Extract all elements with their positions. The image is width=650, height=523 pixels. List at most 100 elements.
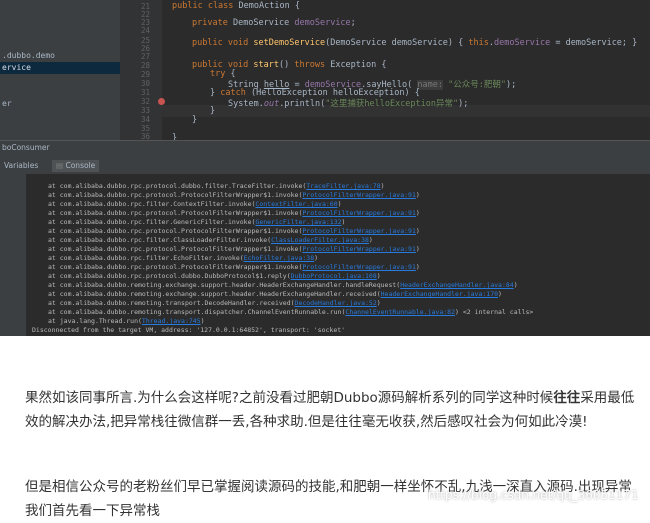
ide-screenshot: .dubbo.demo ervice er 21 22 23 24 25 26 … bbox=[0, 0, 650, 336]
code-token: = demoService; } bbox=[550, 38, 638, 48]
stacktrace-link[interactable]: ChannelEventRunnable.java:82 bbox=[345, 308, 455, 316]
stacktrace-link[interactable]: ProtocolFilterWrapper.java:91 bbox=[302, 227, 416, 235]
code-line-21: public class DemoAction { bbox=[172, 1, 300, 11]
console-text: at com.alibaba.dubbo.rpc.protocol.Protoc… bbox=[48, 191, 303, 199]
line-number-gutter: 21 22 23 24 25 26 27 28 29 30 31 32 33 3… bbox=[120, 0, 165, 141]
code-token: ; bbox=[350, 18, 356, 28]
console-text: ) <2 internal calls> bbox=[455, 308, 534, 316]
code-token: } bbox=[210, 88, 221, 98]
paragraph-text: 果然如该同事所言.为什么会这样呢?之前没看过肥朝Dubbo源码解析系列的同学这种… bbox=[25, 390, 554, 406]
code-editor[interactable]: public class DemoAction { private DemoSe… bbox=[162, 0, 650, 143]
console-line: at com.alibaba.dubbo.rpc.protocol.Protoc… bbox=[48, 227, 420, 236]
code-token: } bbox=[192, 115, 198, 125]
code-token: out bbox=[263, 99, 280, 109]
console-text: ) bbox=[337, 200, 342, 208]
line-number: 24 bbox=[140, 26, 150, 35]
console-text: ) bbox=[368, 236, 373, 244]
code-token: throws bbox=[294, 60, 331, 70]
line-number: 28 bbox=[140, 61, 150, 70]
stacktrace-link[interactable]: HeaderExchangeHandler.java:170 bbox=[381, 290, 498, 298]
console-text: ) bbox=[415, 209, 420, 217]
project-tree: .dubbo.demo ervice er bbox=[0, 0, 121, 140]
console-line: at com.alibaba.dubbo.rpc.protocol.dubbo.… bbox=[48, 272, 381, 281]
console-output[interactable]: at com.alibaba.dubbo.rpc.protocol.dubbo.… bbox=[26, 174, 650, 336]
code-token: public class bbox=[172, 1, 239, 11]
stacktrace-link[interactable]: HeaderExchangeHandler.java:84 bbox=[400, 281, 514, 289]
code-token: demoService bbox=[493, 38, 551, 48]
project-tree-item[interactable]: er bbox=[0, 98, 120, 110]
code-token: start bbox=[253, 60, 280, 70]
tab-console[interactable]: ▤ Console bbox=[52, 160, 100, 172]
console-text: at com.alibaba.dubbo.rpc.filter.ContextF… bbox=[48, 200, 256, 208]
code-line-25: public void setDemoService(DemoService d… bbox=[192, 38, 637, 48]
console-text: at com.alibaba.dubbo.rpc.protocol.Protoc… bbox=[48, 209, 303, 217]
console-text: ) bbox=[341, 218, 346, 226]
console-text: at com.alibaba.dubbo.rpc.protocol.dubbo.… bbox=[48, 272, 291, 280]
line-number: 29 bbox=[140, 70, 150, 79]
console-text: ) bbox=[415, 191, 420, 199]
console-line: at com.alibaba.dubbo.rpc.filter.EchoFilt… bbox=[48, 254, 318, 263]
code-token: DemoService bbox=[232, 18, 295, 28]
console-line: at com.alibaba.dubbo.rpc.protocol.Protoc… bbox=[48, 191, 420, 200]
code-token: demoService bbox=[294, 18, 351, 28]
console-text: ) bbox=[314, 254, 319, 262]
code-token: } bbox=[210, 106, 216, 116]
line-number: 31 bbox=[140, 88, 150, 97]
stacktrace-link[interactable]: ProtocolFilterWrapper.java:91 bbox=[302, 245, 416, 253]
code-token: "公众号:肥朝" bbox=[448, 80, 506, 90]
code-token: { bbox=[289, 1, 300, 11]
stacktrace-link[interactable]: ProtocolFilterWrapper.java:91 bbox=[302, 209, 416, 217]
console-line: at com.alibaba.dubbo.rpc.filter.GenericF… bbox=[48, 218, 345, 227]
stacktrace-link[interactable]: ContextFilter.java:60 bbox=[255, 200, 337, 208]
console-line: at com.alibaba.dubbo.rpc.protocol.Protoc… bbox=[48, 209, 420, 218]
stacktrace-link[interactable]: ProtocolFilterWrapper.java:91 bbox=[302, 191, 416, 199]
console-line: at com.alibaba.dubbo.rpc.filter.ContextF… bbox=[48, 200, 342, 209]
console-line: Disconnected from the target VM, address… bbox=[32, 326, 345, 335]
console-text: at com.alibaba.dubbo.rpc.protocol.Protoc… bbox=[48, 227, 303, 235]
project-tree-item[interactable] bbox=[0, 74, 120, 86]
run-config-title[interactable]: boConsumer bbox=[2, 143, 50, 152]
tab-variables[interactable]: Variables bbox=[0, 160, 42, 172]
stacktrace-link[interactable]: EchoFilter.java:38 bbox=[244, 254, 314, 262]
stacktrace-link[interactable]: DubboProtocol.java:108 bbox=[291, 272, 377, 280]
console-line: at com.alibaba.dubbo.rpc.filter.ClassLoa… bbox=[48, 236, 373, 245]
stacktrace-link[interactable]: GenericFilter.java:132 bbox=[255, 218, 341, 226]
console-text: ) bbox=[376, 299, 381, 307]
console-line: at com.alibaba.dubbo.remoting.exchange.s… bbox=[48, 281, 518, 290]
code-token: "这里捕获helloException异常" bbox=[325, 99, 459, 109]
console-line: at com.alibaba.dubbo.rpc.protocol.dubbo.… bbox=[48, 182, 385, 191]
code-token: .println( bbox=[279, 99, 326, 109]
debug-tab-bar: Variables ▤ Console bbox=[0, 158, 650, 175]
tab-variables-label: Variables bbox=[4, 161, 39, 170]
debug-toolbar bbox=[0, 174, 26, 336]
article-paragraph-1: 果然如该同事所言.为什么会这样呢?之前没看过肥朝Dubbo源码解析系列的同学这种… bbox=[25, 386, 637, 434]
console-text: at com.alibaba.dubbo.remoting.transport.… bbox=[48, 308, 346, 316]
console-line: at com.alibaba.dubbo.remoting.exchange.s… bbox=[48, 290, 502, 299]
stacktrace-link[interactable]: ClassLoaderFilter.java:38 bbox=[271, 236, 369, 244]
console-text: ) bbox=[376, 272, 381, 280]
code-line-34: } bbox=[192, 115, 197, 125]
line-number: 30 bbox=[140, 79, 150, 88]
code-token: ); bbox=[458, 99, 469, 109]
console-text: at com.alibaba.dubbo.remoting.transport.… bbox=[48, 299, 295, 307]
bold-text: 往往 bbox=[553, 390, 581, 406]
code-token: setDemoService bbox=[253, 38, 326, 48]
stacktrace-link[interactable]: TraceFilter.java:78 bbox=[306, 182, 380, 190]
project-tree-item-selected[interactable]: ervice bbox=[0, 62, 120, 74]
code-token: public void bbox=[192, 38, 254, 48]
code-token: this bbox=[468, 38, 489, 48]
parameter-hint: name: bbox=[417, 80, 443, 90]
console-text: ) bbox=[200, 317, 205, 325]
run-panel-header: boConsumer bbox=[0, 140, 650, 159]
project-tree-item[interactable]: .dubbo.demo bbox=[0, 50, 120, 62]
console-text: ) bbox=[415, 227, 420, 235]
console-text: at com.alibaba.dubbo.rpc.protocol.dubbo.… bbox=[48, 182, 307, 190]
code-token: (DemoService demoService) { bbox=[325, 38, 469, 48]
stacktrace-link[interactable]: ProtocolFilterWrapper.java:91 bbox=[302, 263, 416, 271]
stacktrace-link[interactable]: DecodeHandler.java:52 bbox=[295, 299, 377, 307]
stacktrace-link[interactable]: Thread.java:745 bbox=[142, 317, 201, 325]
console-line: at com.alibaba.dubbo.rpc.protocol.Protoc… bbox=[48, 245, 420, 254]
watermark: https://blog.csdn.net/qq_36051171 bbox=[428, 488, 639, 502]
console-line: at com.alibaba.dubbo.rpc.protocol.Protoc… bbox=[48, 263, 420, 272]
code-line-32: System.out.println("这里捕获helloException异常… bbox=[228, 97, 468, 109]
